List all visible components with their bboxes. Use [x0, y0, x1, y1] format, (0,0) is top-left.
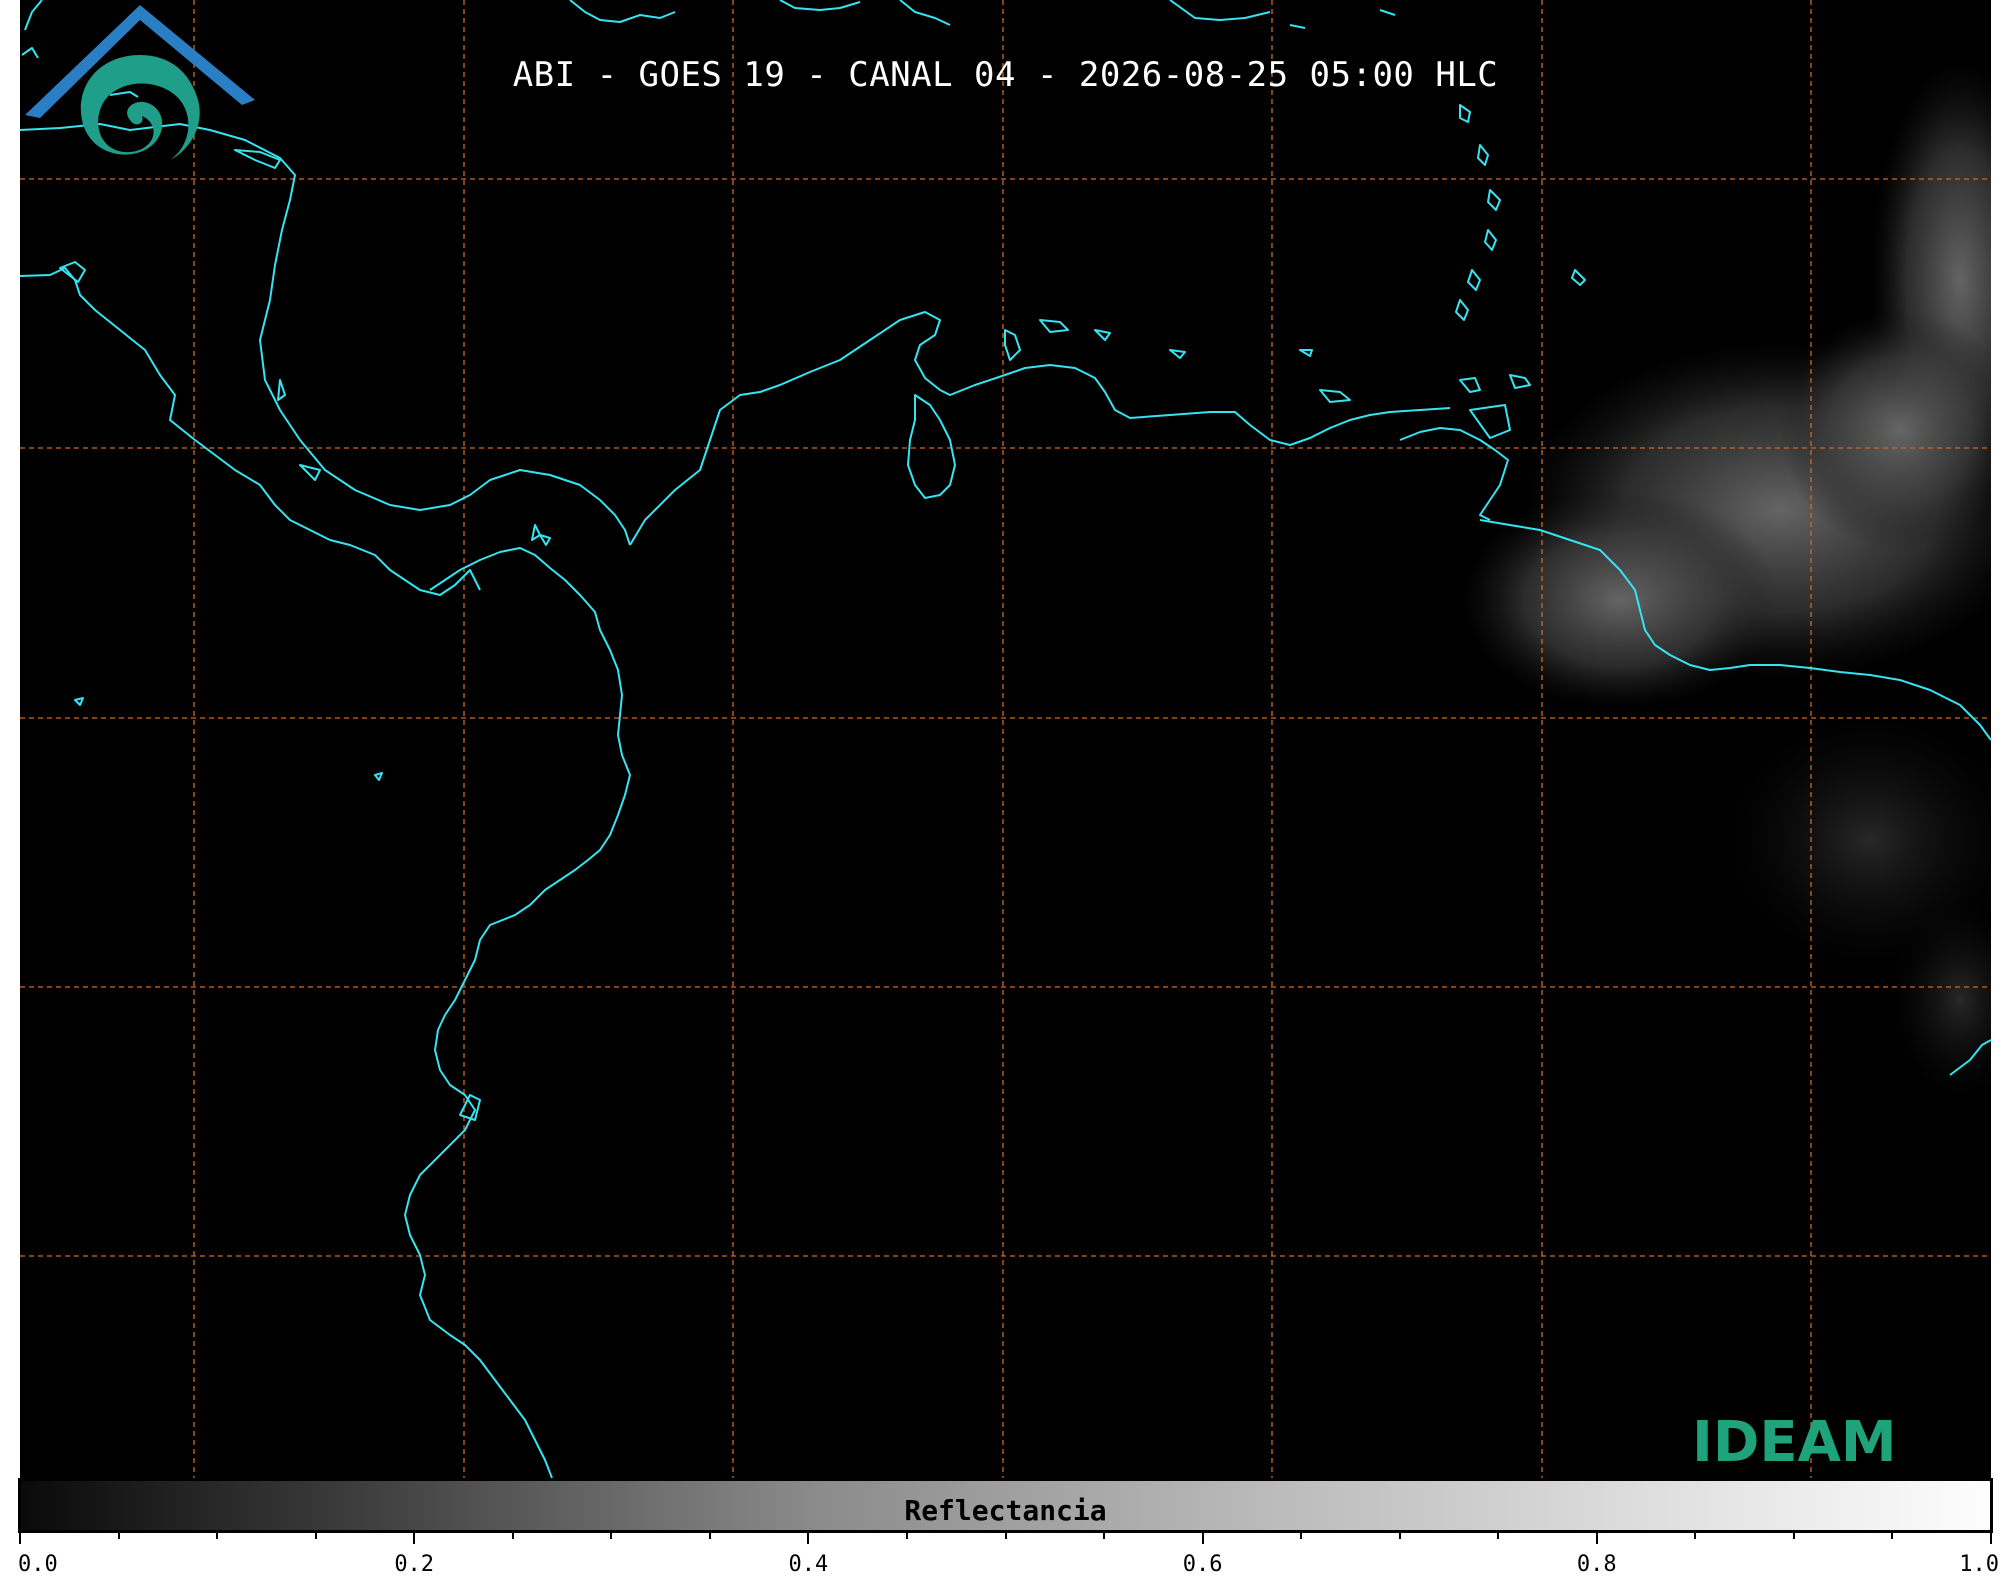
colorbar-minor-tick — [314, 1530, 317, 1539]
ideam-logo — [25, 5, 255, 160]
colorbar-major-tick — [413, 1530, 416, 1544]
colorbar-minor-tick — [1792, 1530, 1795, 1539]
colorbar-tick-label: 0.6 — [1182, 1552, 1223, 1577]
grid-lines — [20, 0, 1991, 1478]
colorbar-label: Reflectancia — [904, 1494, 1107, 1527]
colorbar-minor-tick — [1497, 1530, 1500, 1539]
colorbar-major-tick — [1201, 1530, 1204, 1544]
map-canvas — [20, 0, 1991, 1478]
colorbar-tick-label: 0.4 — [788, 1552, 829, 1577]
colorbar-major-tick — [1595, 1530, 1598, 1544]
cloud-field — [1460, 60, 1991, 1100]
colorbar-minor-tick — [511, 1530, 514, 1539]
colorbar-axis: 0.0 0.2 0.4 0.6 0.8 1.0 — [0, 1530, 2011, 1577]
colorbar-minor-tick — [1103, 1530, 1106, 1539]
colorbar-minor-tick — [610, 1530, 613, 1539]
colorbar-minor-tick — [1694, 1530, 1697, 1539]
colorbar-minor-tick — [905, 1530, 908, 1539]
colorbar-minor-tick — [1398, 1530, 1401, 1539]
colorbar-major-tick — [1990, 1530, 1992, 1544]
colorbar-minor-tick — [117, 1530, 120, 1539]
colorbar-tick-label: 1.0 — [1959, 1552, 1999, 1577]
ideam-logo-text: IDEAM — [1692, 1410, 1897, 1475]
satellite-map: IDEAM ABI - GOES 19 - CANAL 04 - 2026-08… — [20, 0, 1991, 1478]
map-title: ABI - GOES 19 - CANAL 04 - 2026-08-25 05… — [512, 55, 1499, 95]
colorbar-tick-label: 0.2 — [394, 1552, 435, 1577]
colorbar-tick-label: 0.8 — [1576, 1552, 1617, 1577]
colorbar-minor-tick — [1004, 1530, 1007, 1539]
colorbar-major-tick — [807, 1530, 810, 1544]
colorbar: Reflectancia — [18, 1478, 1993, 1533]
colorbar-minor-tick — [216, 1530, 219, 1539]
colorbar-tick-label: 0.0 — [18, 1552, 58, 1577]
colorbar-major-tick — [19, 1530, 21, 1544]
colorbar-minor-tick — [708, 1530, 711, 1539]
colorbar-minor-tick — [1891, 1530, 1894, 1539]
colorbar-minor-tick — [1300, 1530, 1303, 1539]
